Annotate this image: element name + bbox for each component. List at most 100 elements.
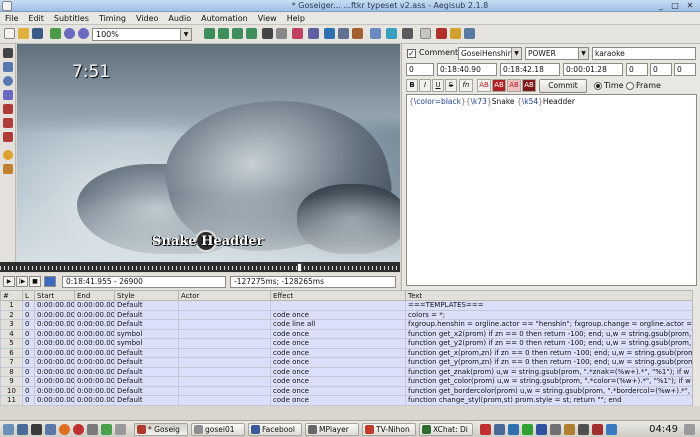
drag-tool-icon[interactable] — [3, 62, 13, 72]
video-time-field[interactable]: 0:18:41.955 - 26900 — [62, 276, 226, 288]
primary-color-button[interactable]: AB — [477, 79, 491, 92]
chat-tray-icon[interactable] — [522, 424, 533, 435]
grid-tag-simplify-icon[interactable] — [464, 28, 475, 39]
table-row[interactable]: 7 0 0:00:00.00 0:00:00.00 Default code once fu… — [0, 357, 698, 368]
workspace-switcher-icon[interactable] — [684, 424, 695, 435]
standard-tool-icon[interactable] — [3, 48, 13, 58]
save-icon[interactable] — [32, 28, 43, 39]
grid-scrollbar[interactable] — [692, 290, 700, 406]
app-icon[interactable] — [2, 1, 12, 11]
shift-times-icon[interactable] — [246, 28, 257, 39]
taskbar-task-button[interactable]: MPlayer — [305, 423, 359, 436]
fonts-collector-icon[interactable] — [308, 28, 319, 39]
editor-launcher-icon[interactable] — [101, 424, 112, 435]
rotate-z-icon[interactable] — [3, 76, 13, 86]
minimize-button[interactable]: _ — [655, 1, 667, 11]
grid-tag-hide-icon[interactable] — [436, 28, 447, 39]
start-time-field[interactable]: 0:18:40.90 — [437, 63, 497, 76]
taskbar-clock[interactable]: 04:49 — [649, 423, 678, 436]
subtitle-text-editor[interactable]: {\color=black}{\k73}Snake {\k54}Headder — [406, 94, 697, 286]
video-display[interactable]: 7:51 Snake Headder — [17, 44, 400, 262]
maximize-button[interactable]: □ — [669, 1, 681, 11]
battery-icon[interactable] — [578, 424, 589, 435]
table-row[interactable]: 9 0 0:00:00.00 0:00:00.00 Default code once fu… — [0, 376, 698, 387]
jump-to-icon[interactable] — [50, 28, 61, 39]
commit-button[interactable]: Commit — [539, 79, 587, 93]
margin-left-field[interactable]: 0 — [626, 63, 648, 76]
font-button[interactable]: fn — [459, 79, 473, 92]
column-header[interactable]: Effect — [270, 290, 406, 301]
duration-field[interactable]: 0:00:01.28 — [563, 63, 623, 76]
chevron-down-icon[interactable]: ▼ — [511, 48, 521, 59]
table-row[interactable]: 3 0 0:00:00.00 0:00:00.00 Default code line a… — [0, 319, 698, 330]
menu-audio[interactable]: Audio — [163, 12, 196, 24]
new-file-icon[interactable] — [4, 28, 15, 39]
taskbar-task-button[interactable]: Facebool — [248, 423, 302, 436]
taskbar-task-button[interactable]: TV-Nihon — [362, 423, 416, 436]
table-row[interactable]: 6 0 0:00:00.00 0:00:00.00 Default code once fu… — [0, 347, 698, 358]
end-time-field[interactable]: 0:18:42.18 — [500, 63, 560, 76]
column-header[interactable]: Style — [114, 290, 179, 301]
updates-icon[interactable] — [564, 424, 575, 435]
strikeout-button[interactable]: S — [445, 79, 457, 92]
stop-icon[interactable]: ■ — [29, 276, 41, 287]
secondary-color-button[interactable]: AB — [492, 79, 506, 92]
margin-vertical-field[interactable]: 0 — [674, 63, 696, 76]
taskbar-task-button[interactable]: XChat: Di — [419, 423, 473, 436]
column-header[interactable]: End — [74, 290, 115, 301]
style-select[interactable]: GoseiHenshin ▼ — [458, 47, 522, 60]
italic-button[interactable]: I — [419, 79, 431, 92]
timing-postprocessor-icon[interactable] — [352, 28, 363, 39]
column-header[interactable]: L — [22, 290, 35, 301]
table-row[interactable]: 1 0 0:00:00.00 0:00:00.00 Default ===TEMPLATE… — [0, 300, 698, 311]
clip-tool-icon[interactable] — [3, 118, 13, 128]
margin-right-field[interactable]: 0 — [650, 63, 672, 76]
close-button[interactable]: ✕ — [684, 1, 696, 11]
table-row[interactable]: 10 0 0:00:00.00 0:00:00.00 Default code once f… — [0, 385, 698, 396]
settings-launcher-icon[interactable] — [115, 424, 126, 435]
seek-thumb[interactable] — [297, 263, 302, 272]
menu-file[interactable]: File — [0, 12, 23, 24]
time-radio[interactable] — [594, 82, 602, 90]
bluetooth-icon[interactable] — [536, 424, 547, 435]
effect-field[interactable]: karaoke — [592, 47, 696, 60]
taskbar-task-button[interactable]: * Goseig — [134, 423, 188, 436]
grid-tag-show-icon[interactable] — [450, 28, 461, 39]
snap-end-icon[interactable] — [218, 28, 229, 39]
play-icon[interactable]: ▶ — [3, 276, 15, 287]
play-line-icon[interactable]: |▶ — [16, 276, 28, 287]
shadow-color-button[interactable]: AB — [522, 79, 536, 92]
table-row[interactable]: 5 0 0:00:00.00 0:00:00.00 symbol code once fun… — [0, 338, 698, 349]
column-header[interactable]: Actor — [178, 290, 271, 301]
vector-clip-icon[interactable] — [3, 132, 13, 142]
table-row[interactable]: 2 0 0:00:00.00 0:00:00.00 Default code once co… — [0, 309, 698, 320]
video-offset-field[interactable]: -127275ms; -128265ms — [230, 276, 396, 288]
rotate-xy-icon[interactable] — [3, 90, 13, 100]
open-folder-icon[interactable] — [18, 28, 29, 39]
taskbar-task-button[interactable]: gosei01 — [191, 423, 245, 436]
menu-subtitles[interactable]: Subtitles — [49, 12, 94, 24]
network-icon[interactable] — [494, 424, 505, 435]
frame-radio[interactable] — [626, 82, 634, 90]
flag-icon[interactable] — [480, 424, 491, 435]
opera-icon[interactable] — [73, 424, 84, 435]
menu-automation[interactable]: Automation — [196, 12, 253, 24]
column-header[interactable]: Start — [34, 290, 75, 301]
menu-edit[interactable]: Edit — [23, 12, 49, 24]
volume-icon[interactable] — [550, 424, 561, 435]
snap-scene-icon[interactable] — [232, 28, 243, 39]
spell-checker-icon[interactable] — [402, 28, 413, 39]
brush-icon[interactable] — [3, 164, 13, 174]
zoom-out-icon[interactable] — [78, 28, 89, 39]
underline-button[interactable]: U — [432, 79, 444, 92]
wifi-icon[interactable] — [606, 424, 617, 435]
column-header[interactable]: Text — [405, 290, 698, 301]
outline-color-button[interactable]: AB — [507, 79, 521, 92]
power-icon[interactable] — [592, 424, 603, 435]
kanji-timer-icon[interactable] — [370, 28, 381, 39]
properties-icon[interactable] — [276, 28, 287, 39]
file-manager-icon[interactable] — [17, 424, 28, 435]
menu-help[interactable]: Help — [282, 12, 310, 24]
layer-spinner[interactable]: 0 — [406, 63, 434, 76]
options-icon[interactable] — [420, 28, 431, 39]
